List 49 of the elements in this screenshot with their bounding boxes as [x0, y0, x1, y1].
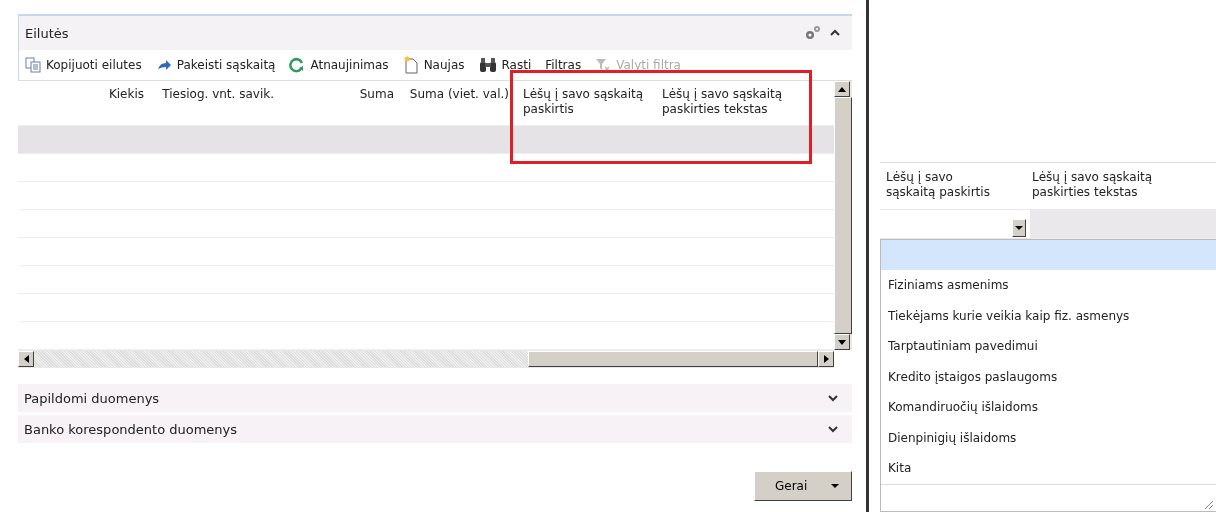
horizontal-scrollbar[interactable]	[18, 350, 834, 368]
dropdown-option[interactable]: Dienpinigių išlaidoms	[881, 422, 1216, 453]
resize-grip-icon[interactable]	[1203, 499, 1213, 509]
column-header[interactable]: Suma (viet. val.)	[398, 81, 513, 125]
gear-icon[interactable]	[804, 25, 822, 41]
section-header[interactable]: Eilutės	[18, 16, 852, 50]
down-arrow-icon	[838, 339, 846, 345]
clear-filter-icon	[595, 57, 612, 73]
section-title: Eilutės	[25, 25, 70, 41]
toolbar-button[interactable]: Kopijuoti eilutes	[23, 57, 144, 73]
column-header[interactable]: Kiekis	[18, 81, 148, 125]
up-arrow-icon	[838, 86, 846, 92]
toolbar-button[interactable]: Rasti	[476, 57, 534, 73]
arrow-icon	[155, 58, 172, 72]
column-header[interactable]: Lėšų į savo sąskaitą paskirties tekstas	[1032, 163, 1177, 209]
column-header[interactable]: Lėšų į savo sąskaitą paskirtis	[886, 163, 1006, 209]
ok-button[interactable]: Gerai	[754, 471, 852, 501]
right-arrow-icon	[823, 355, 829, 363]
toolbar-button[interactable]: Filtras	[543, 58, 584, 72]
new-document-icon	[402, 56, 419, 74]
expand-icon[interactable]	[828, 425, 838, 433]
section-title: Papildomi duomenys	[24, 390, 160, 406]
dropdown-field[interactable]	[880, 210, 1030, 238]
column-header[interactable]: Suma	[278, 81, 398, 125]
dropdown-option[interactable]: Kredito įstaigos paslaugoms	[881, 361, 1216, 392]
dropdown-option[interactable]: Tiekėjams kurie veikia kaip fiz. asmenys	[881, 300, 1216, 331]
section-title: Banko korespondento duomenys	[24, 421, 238, 437]
binoculars-icon	[478, 57, 497, 73]
toolbar-button[interactable]: Naujas	[400, 56, 467, 74]
dropdown-option[interactable]: Komandiruočių išlaidoms	[881, 392, 1216, 423]
dropdown-option[interactable]: Kita	[881, 453, 1216, 484]
column-header[interactable]: Tiesiog. vnt. savik.	[148, 81, 278, 125]
blank-option[interactable]	[881, 240, 1216, 270]
toolbar-button[interactable]: Pakeisti sąskaitą	[153, 58, 278, 72]
caret-icon	[1015, 226, 1023, 230]
collapsible-section[interactable]: Papildomi duomenys	[18, 384, 852, 412]
column-header[interactable]: Lėšų į savo sąskaitą paskirtis	[513, 81, 652, 125]
expand-icon[interactable]	[828, 394, 838, 402]
toolbar-button[interactable]: Atnaujinimas	[287, 57, 391, 73]
collapse-icon[interactable]	[830, 29, 840, 37]
left-arrow-icon	[23, 355, 29, 363]
refresh-icon	[289, 57, 306, 73]
dropdown-option[interactable]: Fiziniams asmenims	[881, 270, 1216, 301]
collapsible-section[interactable]: Banko korespondento duomenys	[18, 415, 852, 443]
caret-icon	[831, 484, 839, 488]
dropdown-option[interactable]: Tarptautiniam pavedimui	[881, 331, 1216, 362]
vertical-scrollbar[interactable]	[834, 81, 852, 350]
copy-icon	[25, 57, 41, 73]
column-header[interactable]: Lėšų į savo sąskaitą paskirties tekstas	[652, 81, 812, 125]
